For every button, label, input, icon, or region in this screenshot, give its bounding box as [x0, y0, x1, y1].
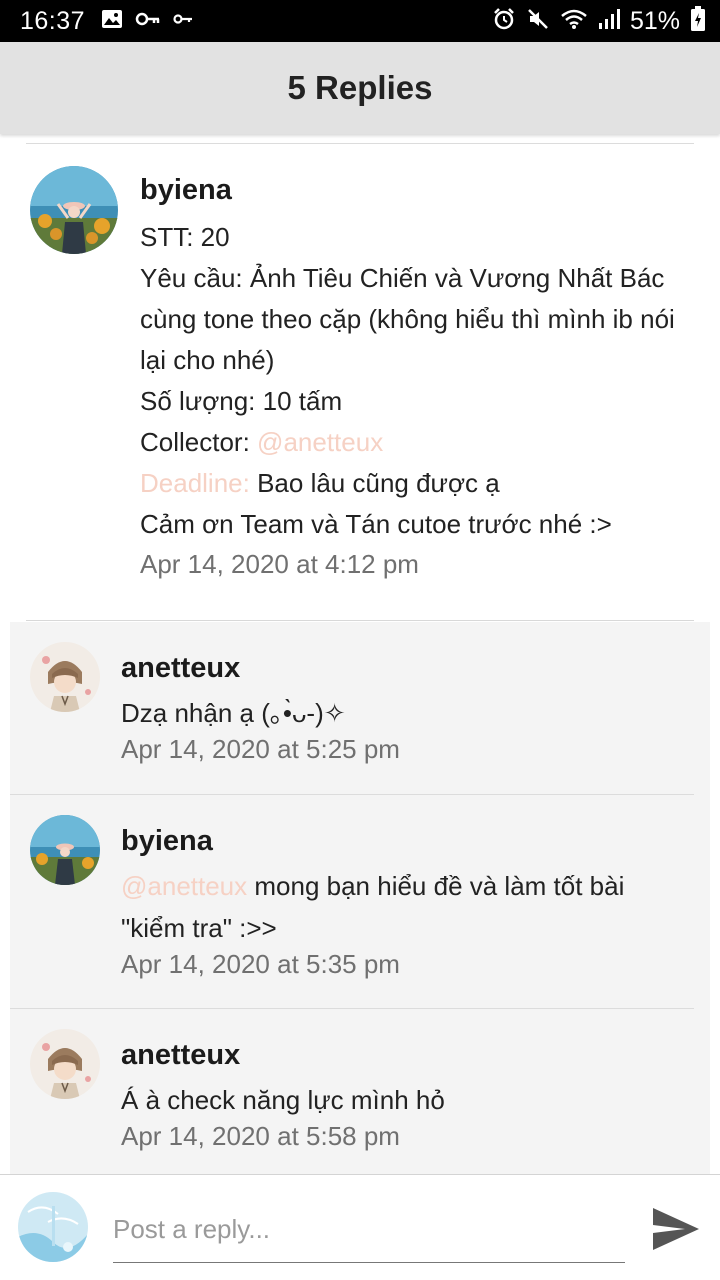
key-icon — [135, 11, 161, 32]
avatar[interactable] — [30, 1029, 100, 1099]
mention-link[interactable]: Deadline: — [140, 468, 250, 498]
collector-label: Collector: — [140, 427, 258, 457]
comment-line: Số lượng: 10 tấm — [140, 386, 343, 416]
avatar[interactable] — [30, 642, 100, 712]
comment-line: Collector: @anetteux — [140, 422, 705, 463]
mute-icon — [526, 7, 550, 36]
comment-line: Deadline: Bao lâu cũng được ạ — [140, 463, 705, 504]
vpn-key-icon — [173, 12, 193, 31]
reply-item: byiena @anetteux mong bạn hiểu đề và làm… — [10, 795, 710, 1008]
battery-percent: 51% — [629, 6, 680, 35]
status-bar: 16:37 51% — [0, 0, 720, 42]
reply-input[interactable] — [113, 1203, 625, 1263]
avatar[interactable] — [30, 166, 118, 254]
comment-line: Yêu cầu: Ảnh Tiêu Chiến và Vương Nhất Bá… — [140, 263, 665, 293]
username[interactable]: byiena — [121, 825, 696, 858]
mention-link[interactable]: @anetteux — [121, 871, 247, 901]
signal-icon — [598, 8, 620, 35]
battery-charging-icon — [690, 5, 706, 37]
comment-thread[interactable]: byiena STT: 20 Yêu cầu: Ảnh Tiêu Chiến v… — [0, 134, 720, 1174]
timestamp: Apr 14, 2020 at 5:58 pm — [121, 1121, 400, 1151]
username[interactable]: anetteux — [121, 1039, 696, 1072]
wifi-icon — [560, 8, 588, 35]
reply-composer — [0, 1174, 720, 1280]
reply-text: Dzạ nhận ạ (｡•̀ᴗ-)✧ — [121, 698, 346, 728]
header: 5 Replies — [0, 42, 720, 134]
send-button[interactable] — [648, 1203, 704, 1255]
timestamp: Apr 14, 2020 at 4:12 pm — [140, 549, 419, 579]
deadline-value: Bao lâu cũng được ạ — [249, 468, 500, 498]
page-title: 5 Replies — [287, 69, 433, 106]
reply-text-part: mong bạn hiểu đề và làm tốt bài — [247, 871, 625, 901]
comment-line: STT: 20 — [140, 222, 230, 252]
divider — [26, 620, 694, 621]
timestamp: Apr 14, 2020 at 5:35 pm — [121, 949, 400, 979]
send-icon — [653, 1208, 699, 1250]
avatar[interactable] — [18, 1192, 88, 1262]
replies-list: anetteux Dzạ nhận ạ (｡•̀ᴗ-)✧ Apr 14, 202… — [10, 622, 710, 1174]
status-time: 16:37 — [20, 6, 86, 35]
reply-text: "kiểm tra" :>> — [121, 913, 277, 943]
comment-line: cùng tone theo cặp (không hiểu thì mình … — [140, 304, 675, 334]
avatar[interactable] — [30, 815, 100, 885]
reply-text: Á à check năng lực mình hỏ — [121, 1085, 445, 1115]
reply-item: anetteux Dzạ nhận ạ (｡•̀ᴗ-)✧ Apr 14, 202… — [10, 622, 710, 794]
username[interactable]: anetteux — [121, 652, 696, 685]
comment-line: lại cho nhé) — [140, 345, 275, 375]
alarm-icon — [492, 7, 516, 36]
comment-line: Cảm ơn Team và Tán cutoe trước nhé :> — [140, 509, 612, 539]
image-icon — [101, 9, 123, 34]
reply-item: anetteux Á à check năng lực mình hỏ Apr … — [10, 1009, 710, 1174]
username[interactable]: byiena — [140, 174, 705, 207]
mention-link[interactable]: @anetteux — [257, 427, 383, 457]
main-comment: byiena STT: 20 Yêu cầu: Ảnh Tiêu Chiến v… — [0, 144, 720, 619]
timestamp: Apr 14, 2020 at 5:25 pm — [121, 734, 400, 764]
reply-text: @anetteux mong bạn hiểu đề và làm tốt bà… — [121, 865, 696, 907]
